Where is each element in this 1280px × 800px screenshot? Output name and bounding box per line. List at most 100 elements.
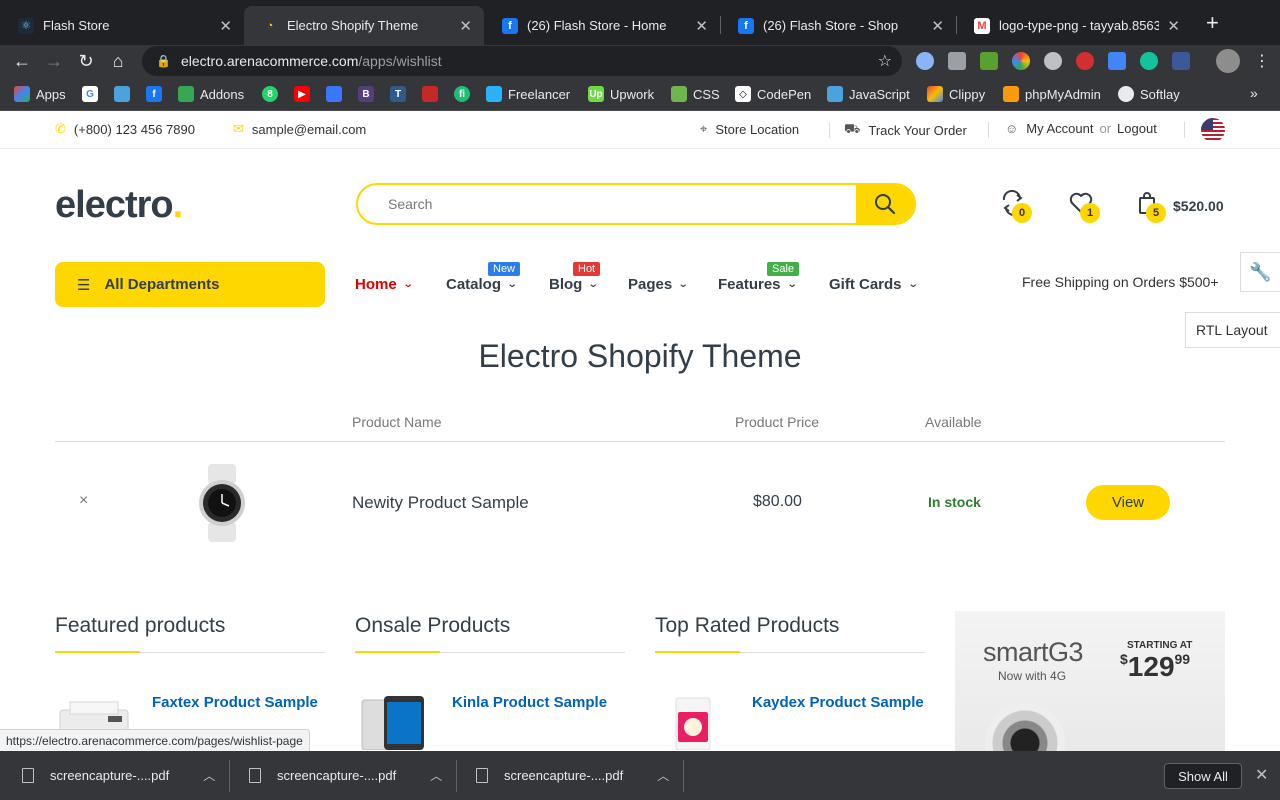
- email-address: sample@email.com: [251, 121, 367, 137]
- close-tab-icon[interactable]: ✕: [219, 17, 232, 35]
- chevron-up-icon[interactable]: ︿: [203, 767, 215, 784]
- file-icon: [249, 768, 261, 783]
- bookmark-t[interactable]: T: [390, 85, 412, 103]
- location-pin-icon: ⌖: [700, 121, 708, 136]
- bookmark-javascript[interactable]: JavaScript: [827, 85, 910, 103]
- browser-tab[interactable]: M logo-type-png - tayyab.8563 ✕: [956, 6, 1192, 45]
- compare-count-badge: 0: [1012, 203, 1032, 223]
- camera-extension-icon[interactable]: [948, 52, 966, 70]
- sale-tag-badge: Sale: [767, 262, 800, 276]
- extension-icon[interactable]: [916, 52, 934, 70]
- profile-avatar[interactable]: [1216, 49, 1240, 73]
- all-departments-button[interactable]: ☰ All Departments: [55, 262, 325, 307]
- search-button[interactable]: [856, 185, 914, 223]
- wrench-icon: 🔧: [1249, 261, 1272, 282]
- product-image-smartwatch[interactable]: [196, 464, 248, 542]
- new-tab-icon[interactable]: +: [1206, 12, 1219, 34]
- extension-icon[interactable]: [1044, 52, 1062, 70]
- product-thumb-case[interactable]: [660, 690, 735, 751]
- download-item[interactable]: screencapture-....pdf ︿: [22, 751, 215, 800]
- bookmark-car[interactable]: [422, 85, 444, 103]
- nav-label: Gift Cards: [829, 276, 902, 293]
- bookmark-phpmyadmin[interactable]: phpMyAdmin: [1003, 85, 1101, 103]
- facebook-extension-icon[interactable]: [1172, 52, 1190, 70]
- more-bookmarks-icon[interactable]: »: [1250, 85, 1258, 101]
- close-tab-icon[interactable]: ✕: [459, 17, 472, 35]
- bookmark-addons[interactable]: Addons: [178, 85, 244, 103]
- bookmark-youtube[interactable]: ▶: [294, 85, 316, 103]
- nav-features[interactable]: Features ⌄: [718, 276, 797, 293]
- address-bar[interactable]: 🔒 electro.arenacommerce.com/apps/wishlis…: [142, 46, 902, 76]
- download-item[interactable]: screencapture-....pdf ︿: [249, 751, 442, 800]
- tab-title: (26) Flash Store - Home: [527, 18, 667, 33]
- promo-banner[interactable]: smartG3 Now with 4G STARTING AT $12999: [955, 611, 1225, 751]
- menu-kebab-icon[interactable]: ⋮: [1250, 49, 1274, 73]
- close-tab-icon[interactable]: ✕: [1167, 17, 1180, 35]
- settings-wrench-button[interactable]: 🔧: [1240, 252, 1280, 292]
- adblock-plus-icon[interactable]: [1076, 52, 1094, 70]
- browser-tab[interactable]: ⚛ Flash Store ✕: [0, 6, 244, 45]
- product-link[interactable]: Kinla Product Sample: [452, 694, 607, 711]
- back-icon[interactable]: ←: [10, 49, 34, 73]
- bookmark-freelancer[interactable]: Freelancer: [486, 85, 570, 103]
- product-link[interactable]: Kaydex Product Sample: [752, 694, 924, 711]
- nav-label: Features: [718, 276, 781, 293]
- close-tab-icon[interactable]: ✕: [695, 17, 708, 35]
- bookmark-css[interactable]: CSS: [671, 85, 720, 103]
- forward-icon[interactable]: →: [42, 49, 66, 73]
- view-product-button[interactable]: View: [1086, 485, 1170, 520]
- grammarly-icon[interactable]: [1140, 52, 1158, 70]
- remove-item-icon[interactable]: ×: [79, 492, 88, 510]
- nav-pages[interactable]: Pages ⌄: [628, 276, 689, 293]
- bookmark-clippy[interactable]: Clippy: [927, 85, 985, 103]
- close-icon[interactable]: ✕: [1255, 765, 1268, 785]
- store-location-link[interactable]: ⌖ Store Location: [700, 121, 799, 137]
- product-name-link[interactable]: Newity Product Sample: [352, 493, 529, 513]
- my-account-link[interactable]: My Account: [1026, 121, 1093, 136]
- loading-icon: ◔: [266, 19, 274, 32]
- nav-blog[interactable]: Blog ⌄: [549, 276, 599, 293]
- track-order-link[interactable]: ⛟ Track Your Order: [844, 121, 967, 139]
- product-link[interactable]: Faxtex Product Sample: [152, 694, 318, 711]
- bookmark-softlay[interactable]: Softlay: [1118, 85, 1180, 103]
- nav-home[interactable]: Home ⌄: [355, 276, 413, 293]
- bookmark-whatsapp[interactable]: 8: [262, 85, 284, 103]
- download-item[interactable]: screencapture-....pdf ︿: [476, 751, 669, 800]
- section-title-onsale: Onsale Products: [355, 614, 511, 637]
- bookmark-fiverr[interactable]: fi: [454, 85, 476, 103]
- section-title-top-rated: Top Rated Products: [655, 614, 840, 637]
- product-thumb-phone[interactable]: [358, 690, 433, 751]
- nav-catalog[interactable]: Catalog ⌄: [446, 276, 518, 293]
- browser-tab[interactable]: f (26) Flash Store - Shop ✕: [720, 6, 956, 45]
- bookmark-bootstrap[interactable]: B: [358, 85, 380, 103]
- nav-gift-cards[interactable]: Gift Cards ⌄: [829, 276, 918, 293]
- olx-icon: [326, 86, 342, 102]
- bookmark-bird[interactable]: [114, 85, 136, 103]
- browser-tab[interactable]: f (26) Flash Store - Home ✕: [484, 6, 720, 45]
- cart-total[interactable]: $520.00: [1173, 198, 1224, 214]
- close-tab-icon[interactable]: ✕: [931, 17, 944, 35]
- bookmark-apps[interactable]: Apps: [14, 85, 66, 103]
- bookmark-google[interactable]: G: [82, 85, 104, 103]
- reload-icon[interactable]: ↻: [74, 49, 98, 73]
- color-picker-extension-icon[interactable]: [1012, 52, 1030, 70]
- track-order-label: Track Your Order: [868, 122, 967, 138]
- browser-tab-active[interactable]: ◔ Electro Shopify Theme ✕: [244, 6, 484, 45]
- shopify-extension-icon[interactable]: [980, 52, 998, 70]
- logout-link[interactable]: Logout: [1117, 121, 1157, 136]
- bookmark-facebook[interactable]: f: [146, 85, 168, 103]
- electro-logo[interactable]: electro.: [55, 184, 183, 227]
- home-icon[interactable]: ⌂: [106, 49, 130, 73]
- bookmark-codepen[interactable]: ◇ CodePen: [735, 85, 811, 103]
- chevron-up-icon[interactable]: ︿: [657, 767, 669, 784]
- bookmark-olx[interactable]: [326, 85, 348, 103]
- promo-price: $12999: [1120, 651, 1190, 683]
- bookmark-upwork[interactable]: Up Upwork: [588, 85, 654, 103]
- search-input[interactable]: [358, 185, 858, 223]
- us-flag-icon[interactable]: [1201, 118, 1225, 142]
- section-underline: [655, 651, 925, 653]
- show-all-downloads-button[interactable]: Show All: [1164, 763, 1242, 789]
- google-translate-icon[interactable]: [1108, 52, 1126, 70]
- bookmark-star-icon[interactable]: ☆: [878, 51, 892, 71]
- chevron-up-icon[interactable]: ︿: [430, 767, 442, 784]
